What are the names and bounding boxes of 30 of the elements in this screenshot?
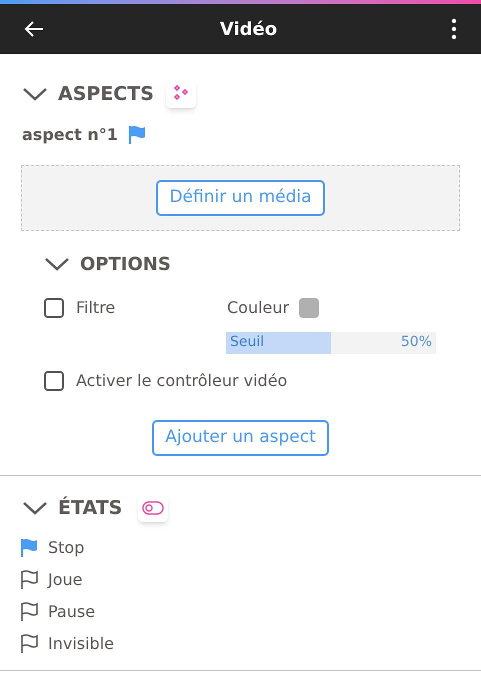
flag-outline-icon (20, 634, 38, 654)
chevron-down-icon (22, 87, 48, 102)
sparkle-button[interactable] (166, 80, 196, 108)
checkbox[interactable] (44, 298, 64, 318)
flag-outline-icon (20, 602, 38, 622)
section-heading: ASPECTS (58, 82, 154, 107)
state-item[interactable]: Stop (20, 536, 481, 560)
section-heading: ÉTATS (58, 495, 122, 520)
slider-value: 50% (400, 333, 432, 352)
more-options-icon (451, 18, 457, 40)
page-title: Vidéo (220, 18, 278, 42)
toggle-style-button[interactable] (138, 494, 168, 522)
state-item[interactable]: Joue (20, 568, 481, 592)
toggle-icon (142, 500, 164, 515)
color-label: Couleur (227, 296, 290, 318)
checkbox-label: Filtre (76, 296, 116, 318)
chevron-down-icon (44, 257, 70, 271)
flag-icon (20, 538, 38, 558)
color-swatch[interactable] (299, 298, 320, 318)
state-item[interactable]: Invisible (20, 632, 481, 656)
slider-label: Seuil (230, 333, 264, 352)
section-heading: OPTIONS (80, 252, 171, 276)
checkbox[interactable] (44, 370, 64, 390)
flag-icon (128, 124, 146, 144)
more-menu-button[interactable] (451, 17, 459, 41)
flag-outline-icon (20, 570, 38, 590)
aspect-name: aspect n°1 (22, 124, 118, 146)
state-item[interactable]: Pause (20, 600, 481, 624)
checkbox-label: Activer le contrôleur vidéo (76, 370, 288, 392)
chevron-down-icon (22, 500, 48, 515)
